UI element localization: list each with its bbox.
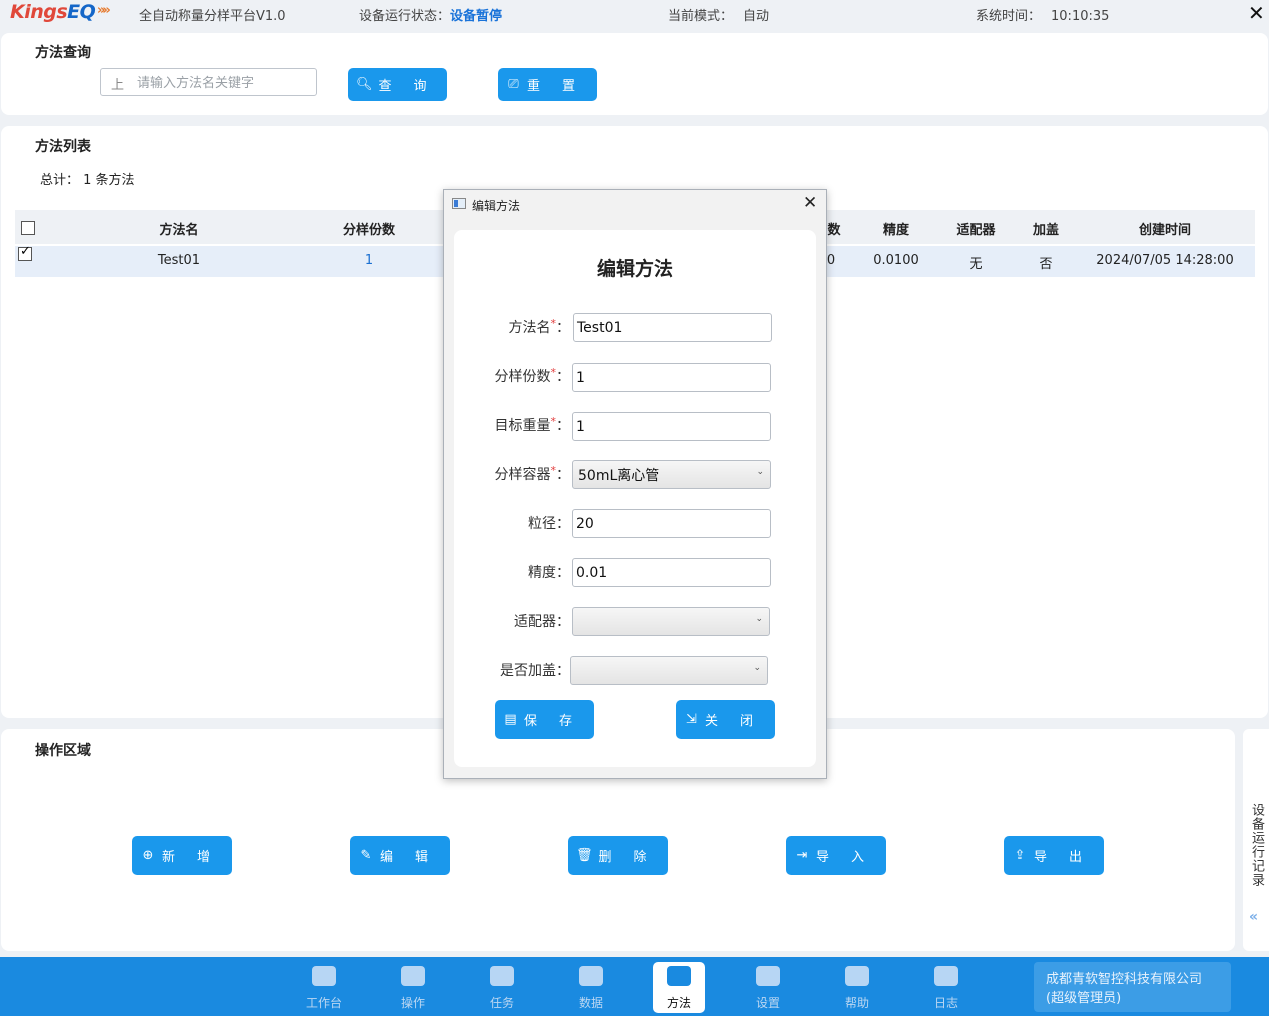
target-weight-input[interactable]: 1 [572,412,771,441]
save-icon: ▤ [504,712,517,727]
export-icon: ⇪ [1014,848,1026,863]
current-mode: 当前模式： 自动 [668,9,770,24]
device-status-value: 设备暂停 [450,9,503,24]
dialog-form-card: 编辑方法 方法名*： Test01 分样份数*： 1 目标重量*： 1 分样容器… [454,230,816,767]
task-icon [490,966,514,986]
plus-circle-icon: ⊕ [142,848,154,863]
device-status: 设备运行状态：设备暂停 [359,9,503,24]
particle-size-input[interactable]: 20 [572,509,771,538]
log-icon [934,966,958,986]
current-mode-value: 自动 [743,9,770,24]
company-user-info: 成都青软智控科技有限公司 (超级管理员) [1034,962,1231,1012]
trash-icon: 🗑︎ [576,848,593,863]
data-icon [579,966,603,986]
method-list-title: 方法列表 [35,139,91,155]
col-method-name: 方法名 [159,223,199,238]
search-field-icon: 上 [111,78,125,93]
nav-help[interactable]: 帮助 [831,962,883,1013]
cell-adapter: 无 [969,257,983,272]
nav-workbench[interactable]: 工作台 [298,962,350,1013]
operation-icon [401,966,425,986]
dialog-heading: 编辑方法 [596,258,673,280]
add-button[interactable]: ⊕ 新增 [132,836,232,875]
col-cap: 加盖 [1032,223,1060,238]
label-adapter: 适配器： [514,614,570,630]
label-cap: 是否加盖： [500,663,570,679]
reset-button[interactable]: ⎚ 重置 [498,68,597,101]
system-time: 系统时间： 10:10:35 [976,9,1110,24]
app-close-icon[interactable]: ✕ [1248,1,1265,25]
cell-partial: 0 [826,253,836,268]
dialog-close-icon[interactable]: ✕ [803,193,817,213]
user-role: (超级管理员) [1046,991,1122,1006]
label-container: 分样容器*： [494,464,571,483]
label-portions: 分样份数*： [494,366,571,385]
col-created-time: 创建时间 [1138,223,1192,238]
cell-precision: 0.0100 [873,253,919,268]
company-name: 成都青软智控科技有限公司 [1046,972,1203,987]
portions-input[interactable]: 1 [572,363,771,392]
gear-icon [756,966,780,986]
nav-task[interactable]: 任务 [476,962,528,1013]
system-time-value: 10:10:35 [1051,9,1110,24]
nav-method[interactable]: 方法 [653,962,705,1013]
nav-log[interactable]: 日志 [920,962,972,1013]
chevron-down-icon: ⌄ [753,663,761,673]
adapter-select[interactable]: ⌄ [572,607,770,636]
help-icon [845,966,869,986]
method-icon [667,966,691,986]
label-particle-size: 粒径： [528,516,570,532]
dialog-window-title: 编辑方法 [472,199,521,213]
chevron-down-icon: ⌄ [756,467,764,477]
label-precision: 精度： [528,565,570,581]
cell-cap: 否 [1039,257,1053,272]
col-partial: 数 [827,223,841,238]
method-total-count: 总计： 1 条方法 [40,173,135,188]
query-button[interactable]: 🔍︎ 查询 [348,68,447,101]
save-button[interactable]: ▤ 保存 [495,700,594,739]
precision-input[interactable]: 0.01 [572,558,771,587]
cell-created-time: 2024/07/05 14:28:00 [1096,253,1234,268]
nav-operation[interactable]: 操作 [387,962,439,1013]
delete-button[interactable]: 🗑︎ 删除 [568,836,668,875]
cap-select[interactable]: ⌄ [570,656,768,685]
label-method-name: 方法名*： [508,317,571,336]
row-checkbox[interactable] [18,244,32,261]
col-portions: 分样份数 [342,223,396,238]
import-icon: ⇥ [796,848,808,863]
nav-data[interactable]: 数据 [565,962,617,1013]
device-log-side-tab[interactable]: 设备运行记录 « [1243,729,1269,951]
method-name-input[interactable]: Test01 [573,313,772,342]
kingseq-logo: KingsEQ [10,1,96,23]
platform-name: 全自动称量分样平台V1.0 [139,9,286,24]
exit-icon: ⇲ [686,712,697,727]
magnifier-icon: 🔍︎ [356,77,373,92]
double-chevron-left-icon: « [1249,909,1259,925]
reset-icon: ⎚ [508,77,519,92]
edit-button[interactable]: ✎ 编辑 [350,836,450,875]
nav-settings[interactable]: 设置 [742,962,794,1013]
search-box[interactable]: 上 [100,68,317,96]
cell-portions: 1 [364,253,374,268]
label-target-weight: 目标重量*： [494,415,571,434]
cell-method-name: Test01 [157,253,201,268]
method-query-title: 方法查询 [35,45,91,61]
container-select[interactable]: 50mL离心管 ⌄ [572,460,771,489]
chevron-down-icon: ⌄ [755,614,763,624]
close-button[interactable]: ⇲ 关闭 [676,700,775,739]
export-button[interactable]: ⇪ 导出 [1004,836,1104,875]
col-precision: 精度 [882,223,910,238]
logo-arrows: »» [97,3,111,18]
import-button[interactable]: ⇥ 导入 [786,836,886,875]
device-log-label: 设备运行记录 [1249,803,1264,887]
workbench-icon [312,966,336,986]
edit-method-dialog: 编辑方法 ✕ 编辑方法 方法名*： Test01 分样份数*： 1 目标重量*：… [443,189,827,779]
search-input[interactable] [135,71,314,95]
operation-title: 操作区域 [35,743,91,759]
col-adapter: 适配器 [956,223,996,238]
select-all-checkbox[interactable] [21,221,35,235]
edit-icon: ✎ [360,848,372,863]
window-app-icon [452,198,466,209]
